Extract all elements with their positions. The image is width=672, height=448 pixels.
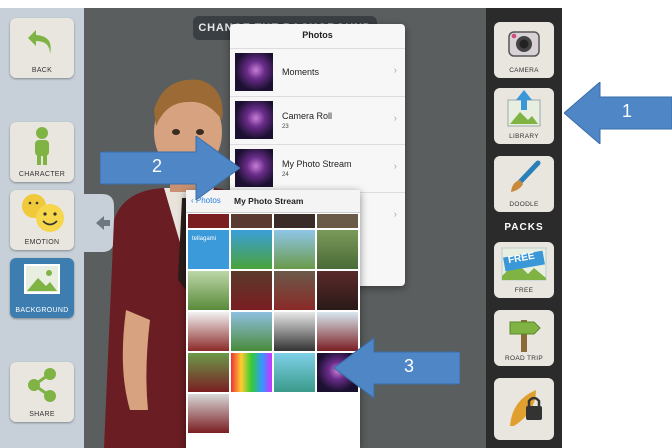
paintbrush-icon bbox=[511, 160, 541, 192]
emotion-button[interactable]: EMOTION bbox=[10, 190, 74, 250]
person-icon bbox=[35, 127, 49, 165]
chevron-right-icon: › bbox=[393, 209, 397, 220]
callout-number-2: 2 bbox=[152, 156, 163, 176]
album-my-photo-stream[interactable]: My Photo Stream 24 › bbox=[230, 144, 405, 191]
doodle-button[interactable]: DOODLE bbox=[494, 156, 554, 212]
locked-pack-button[interactable] bbox=[494, 378, 554, 440]
background-label: BACKGROUND bbox=[15, 307, 69, 314]
photo-thumbnail[interactable] bbox=[188, 214, 229, 228]
camera-button[interactable]: CAMERA bbox=[494, 22, 554, 78]
left-toolbar: BACK CHARACTER EMOTION BACKGROUND SHARE bbox=[0, 8, 84, 448]
photo-thumbnail[interactable] bbox=[317, 214, 358, 228]
back-arrow-icon bbox=[28, 30, 51, 54]
chevron-right-icon: › bbox=[393, 65, 397, 76]
back-label: BACK bbox=[31, 67, 53, 74]
callout-number-1: 1 bbox=[622, 101, 633, 121]
camera-icon bbox=[508, 31, 540, 57]
photo-thumbnail[interactable] bbox=[274, 271, 315, 310]
chevron-right-icon: › bbox=[393, 113, 397, 124]
locked-feather-icon bbox=[510, 390, 542, 426]
callout-arrow-2 bbox=[100, 136, 240, 200]
album-count: 23 bbox=[282, 124, 289, 130]
photo-thumbnail[interactable] bbox=[188, 353, 229, 392]
photo-thumbnail[interactable] bbox=[274, 353, 315, 392]
free-label: FREE bbox=[514, 287, 534, 294]
emotion-label: EMOTION bbox=[24, 239, 60, 246]
photo-thumbnail[interactable] bbox=[317, 230, 358, 269]
camera-label: CAMERA bbox=[509, 67, 539, 74]
doodle-label: DOODLE bbox=[509, 201, 539, 208]
photo-stream-title: My Photo Stream bbox=[234, 196, 304, 206]
photo-thumbnail[interactable] bbox=[231, 312, 272, 351]
photo-thumbnail[interactable] bbox=[274, 312, 315, 351]
share-button[interactable]: SHARE bbox=[10, 362, 74, 422]
share-label: SHARE bbox=[29, 411, 55, 418]
road-trip-label: ROAD TRIP bbox=[505, 355, 543, 362]
album-thumbnail bbox=[235, 53, 273, 91]
callout-arrow-3 bbox=[334, 338, 460, 398]
library-label: LIBRARY bbox=[509, 133, 539, 140]
upload-image-icon bbox=[507, 90, 541, 127]
photo-thumbnail[interactable] bbox=[274, 214, 315, 228]
photos-popover-title: Photos bbox=[302, 30, 333, 40]
album-moments[interactable]: Moments › bbox=[230, 48, 405, 95]
photo-thumbnail[interactable] bbox=[231, 271, 272, 310]
album-thumbnail bbox=[235, 149, 273, 187]
photo-thumbnail[interactable] bbox=[188, 394, 229, 433]
album-count: 24 bbox=[282, 172, 289, 178]
library-button[interactable]: LIBRARY bbox=[494, 88, 554, 144]
photo-thumbnail[interactable] bbox=[317, 271, 358, 310]
photo-thumbnail[interactable] bbox=[231, 214, 272, 228]
share-icon bbox=[28, 368, 56, 402]
photo-stream-popover: ‹ Photos My Photo Stream tellagami bbox=[186, 190, 360, 448]
character-label: CHARACTER bbox=[18, 171, 66, 178]
callout-arrow-1 bbox=[564, 82, 672, 144]
album-name: Camera Roll bbox=[282, 111, 333, 121]
background-button[interactable]: BACKGROUND bbox=[10, 258, 74, 318]
album-thumbnail bbox=[235, 101, 273, 139]
smiley-faces-icon bbox=[22, 194, 64, 232]
road-trip-pack-button[interactable]: ROAD TRIP bbox=[494, 310, 554, 366]
character-button[interactable]: CHARACTER bbox=[10, 122, 74, 182]
photo-thumbnail[interactable] bbox=[231, 230, 272, 269]
album-name: My Photo Stream bbox=[282, 159, 352, 169]
photo-thumbnail[interactable] bbox=[274, 230, 315, 269]
road-sign-icon bbox=[509, 320, 541, 352]
landscape-icon bbox=[24, 264, 60, 294]
photo-thumbnail[interactable] bbox=[188, 271, 229, 310]
album-camera-roll[interactable]: Camera Roll 23 › bbox=[230, 96, 405, 143]
photo-thumbnail[interactable] bbox=[188, 312, 229, 351]
back-button[interactable]: BACK bbox=[10, 18, 74, 78]
packs-heading: PACKS bbox=[504, 222, 544, 233]
callout-number-3: 3 bbox=[404, 356, 415, 376]
free-pack-button[interactable]: FREE FREE bbox=[494, 242, 554, 298]
album-name: Moments bbox=[282, 67, 320, 77]
tellagami-label: tellagami bbox=[192, 236, 217, 242]
chevron-right-icon: › bbox=[393, 161, 397, 172]
photo-thumbnail[interactable] bbox=[231, 353, 272, 392]
photo-thumbnail-tellagami[interactable]: tellagami bbox=[188, 230, 229, 269]
